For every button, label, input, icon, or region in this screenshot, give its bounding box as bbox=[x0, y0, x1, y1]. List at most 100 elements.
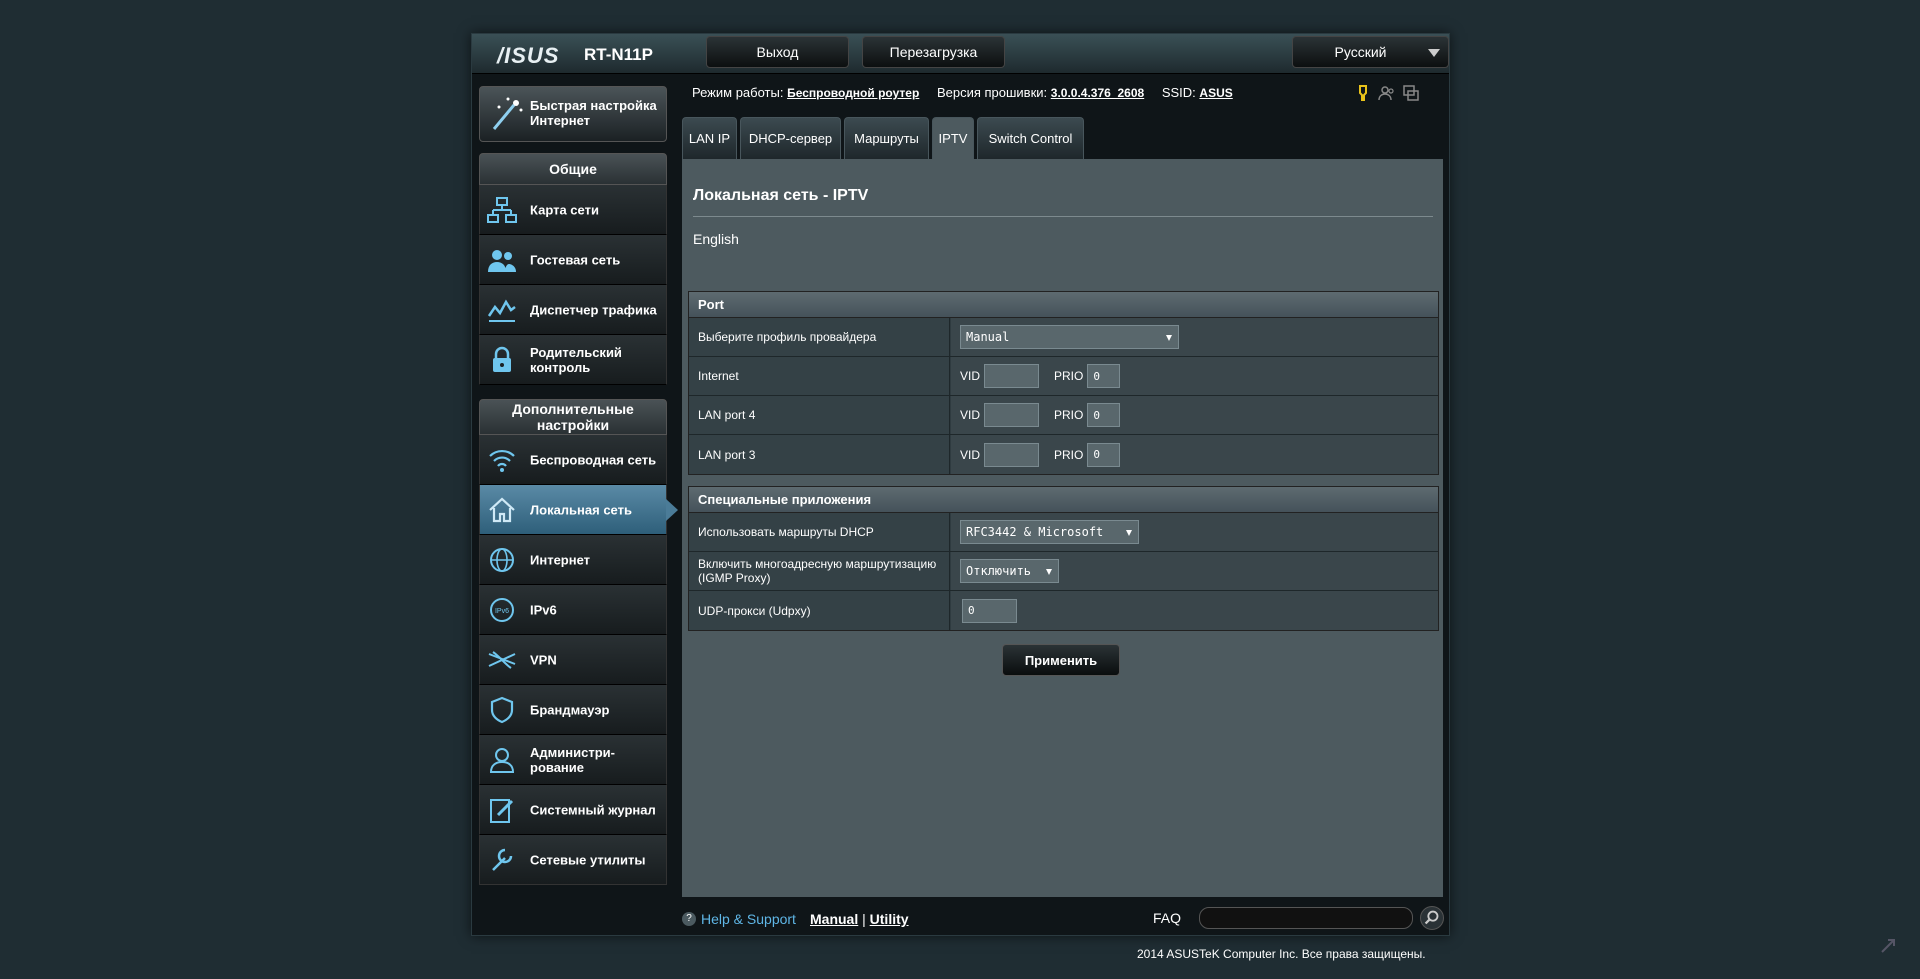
search-icon[interactable] bbox=[1420, 906, 1444, 930]
utility-link[interactable]: Utility bbox=[870, 911, 909, 927]
operation-mode-link[interactable]: Беспроводной роутер bbox=[787, 86, 919, 100]
home-icon bbox=[489, 497, 515, 523]
port-label: LAN port 3 bbox=[689, 435, 950, 474]
scroll-top-icon[interactable] bbox=[1880, 938, 1896, 954]
table-row: Включить многоадресную маршрутизацию (IG… bbox=[689, 552, 1438, 591]
page-description: English bbox=[693, 231, 739, 247]
dhcp-routes-label: Использовать маршруты DHCP bbox=[689, 513, 950, 551]
guest-network-icon bbox=[488, 250, 516, 272]
logout-button[interactable]: Выход bbox=[706, 36, 849, 68]
lan3-vid-input[interactable] bbox=[984, 442, 1040, 467]
internet-prio-input[interactable]: 0 bbox=[1087, 364, 1121, 388]
asus-logo: /ISUS bbox=[497, 43, 560, 68]
tab-switch-control[interactable]: Switch Control bbox=[977, 117, 1084, 159]
sidebar-item-network-map[interactable]: Карта сети bbox=[479, 185, 667, 235]
faq-label: FAQ bbox=[1153, 910, 1182, 926]
sidebar-item-guest-network[interactable]: Гостевая сеть bbox=[479, 235, 667, 285]
lan3-prio-input[interactable]: 0 bbox=[1087, 442, 1121, 467]
sidebar-item-vpn[interactable]: VPN bbox=[479, 635, 667, 685]
page-title: Локальная сеть - IPTV bbox=[693, 187, 869, 204]
language-select[interactable]: Русский bbox=[1292, 36, 1449, 68]
usb-status-icon[interactable] bbox=[1354, 84, 1372, 102]
prio-label: PRIO bbox=[1054, 408, 1084, 422]
tab-iptv[interactable]: IPTV bbox=[932, 117, 974, 159]
sidebar-item-lan[interactable]: Локальная сеть bbox=[479, 485, 678, 535]
nav-general-heading: Общие bbox=[479, 153, 667, 185]
prio-label: PRIO bbox=[1054, 447, 1084, 462]
isp-profile-select[interactable]: Manual bbox=[960, 325, 1179, 349]
igmp-proxy-select[interactable]: Отключить bbox=[960, 559, 1059, 583]
tab-dhcp-server[interactable]: DHCP-сервер bbox=[740, 117, 841, 159]
sidebar-item-internet[interactable]: Интернет bbox=[479, 535, 667, 585]
quick-internet-setup-button[interactable]: Быстрая настройка Интернет bbox=[479, 86, 667, 142]
language-value: Русский bbox=[1334, 44, 1387, 60]
lock-icon bbox=[493, 346, 511, 372]
clients-icon[interactable] bbox=[1378, 84, 1396, 102]
port-section-heading: Port bbox=[689, 292, 1438, 318]
table-row: Выберите профиль провайдера Manual bbox=[689, 318, 1438, 357]
isp-profile-value: Manual bbox=[966, 330, 1010, 344]
sidebar-item-label: Гостевая сеть bbox=[530, 252, 621, 267]
sidebar-item-parental-control[interactable]: Родительский контроль bbox=[479, 335, 667, 385]
sidebar-item-label: Родительский контроль bbox=[530, 344, 622, 375]
sidebar-item-label: Интернет bbox=[530, 552, 591, 567]
sidebar-item-label: Брандмауэр bbox=[530, 702, 610, 717]
ipv6-icon: IPv6 bbox=[490, 598, 514, 622]
port-table: Port Выберите профиль провайдера Manual … bbox=[688, 291, 1439, 475]
traffic-manager-icon bbox=[487, 299, 516, 322]
sidebar-item-label: Сетевые утилиты bbox=[530, 852, 646, 867]
internet-vid-input[interactable] bbox=[984, 364, 1040, 388]
chevron-down-icon bbox=[1428, 49, 1440, 57]
lan4-vid-input[interactable] bbox=[984, 403, 1040, 427]
table-row: UDP-прокси (Udpxy) 0 bbox=[689, 591, 1438, 630]
tab-lan-ip[interactable]: LAN IP bbox=[682, 117, 737, 159]
chevron-down-icon bbox=[1126, 530, 1132, 536]
sidebar-item-network-tools[interactable]: Сетевые утилиты bbox=[479, 835, 667, 885]
help-support-label: Help & Support bbox=[701, 911, 796, 927]
sidebar-item-firewall[interactable]: Брандмауэр bbox=[479, 685, 667, 735]
special-section-heading: Специальные приложения bbox=[689, 487, 1438, 513]
sidebar-item-label: VPN bbox=[530, 652, 557, 667]
udpxy-label: UDP-прокси (Udpxy) bbox=[689, 591, 950, 630]
dhcp-routes-value: RFC3442 & Microsoft bbox=[966, 525, 1104, 539]
wifi-icon bbox=[489, 449, 515, 472]
firmware-link[interactable]: 3.0.0.4.376_2608 bbox=[1051, 86, 1144, 100]
router-frame: /ISUS RT-N11P Выход Перезагрузка Русский… bbox=[471, 33, 1450, 936]
port-label: LAN port 4 bbox=[689, 396, 950, 434]
table-row: LAN port 4 VID PRIO 0 bbox=[689, 396, 1438, 435]
sidebar-item-label: Системный журнал bbox=[530, 802, 656, 817]
sidebar-item-administration[interactable]: Администри-рование bbox=[479, 735, 667, 785]
title-divider bbox=[693, 216, 1433, 217]
lan4-prio-input[interactable]: 0 bbox=[1087, 403, 1121, 427]
reboot-button[interactable]: Перезагрузка bbox=[862, 36, 1005, 68]
nav-advanced-heading: Дополнительные настройки bbox=[479, 399, 667, 435]
tab-routes[interactable]: Маршруты bbox=[844, 117, 929, 159]
manual-link[interactable]: Manual bbox=[810, 911, 858, 927]
special-apps-table: Специальные приложения Использовать марш… bbox=[688, 486, 1439, 631]
help-support-link[interactable]: ? Help & Support bbox=[682, 911, 796, 927]
ssid-label: SSID: bbox=[1161, 85, 1196, 100]
link-separator: | bbox=[862, 911, 866, 927]
sidebar-item-wireless[interactable]: Беспроводная сеть bbox=[479, 435, 667, 485]
header-bar: /ISUS RT-N11P Выход Перезагрузка Русский bbox=[472, 34, 1449, 74]
footer-links: Manual | Utility bbox=[810, 911, 909, 927]
faq-search-input[interactable] bbox=[1199, 907, 1413, 929]
table-row: Использовать маршруты DHCP RFC3442 & Mic… bbox=[689, 513, 1438, 552]
sidebar-item-label: IPv6 bbox=[530, 602, 557, 617]
operation-mode-label: Режим работы: bbox=[692, 85, 784, 100]
windows-icon[interactable] bbox=[1402, 84, 1420, 102]
dhcp-routes-select[interactable]: RFC3442 & Microsoft bbox=[960, 520, 1139, 544]
footer: ? Help & Support Manual | Utility FAQ bbox=[682, 904, 1444, 934]
sidebar-item-system-log[interactable]: Системный журнал bbox=[479, 785, 667, 835]
vpn-icon bbox=[488, 651, 516, 669]
ssid-link[interactable]: ASUS bbox=[1199, 86, 1232, 100]
sidebar-item-traffic-manager[interactable]: Диспетчер трафика bbox=[479, 285, 667, 335]
chevron-down-icon bbox=[1166, 335, 1172, 341]
udpxy-input[interactable]: 0 bbox=[962, 598, 1017, 623]
sidebar-item-ipv6[interactable]: IPv6 IPv6 bbox=[479, 585, 667, 635]
sidebar-item-label: Локальная сеть bbox=[530, 502, 632, 517]
quick-setup-label: Быстрая настройка Интернет bbox=[530, 98, 657, 128]
sidebar-item-label: Администри-рование bbox=[530, 744, 615, 775]
apply-button[interactable]: Применить bbox=[1002, 644, 1120, 676]
magic-wand-icon bbox=[492, 97, 523, 130]
